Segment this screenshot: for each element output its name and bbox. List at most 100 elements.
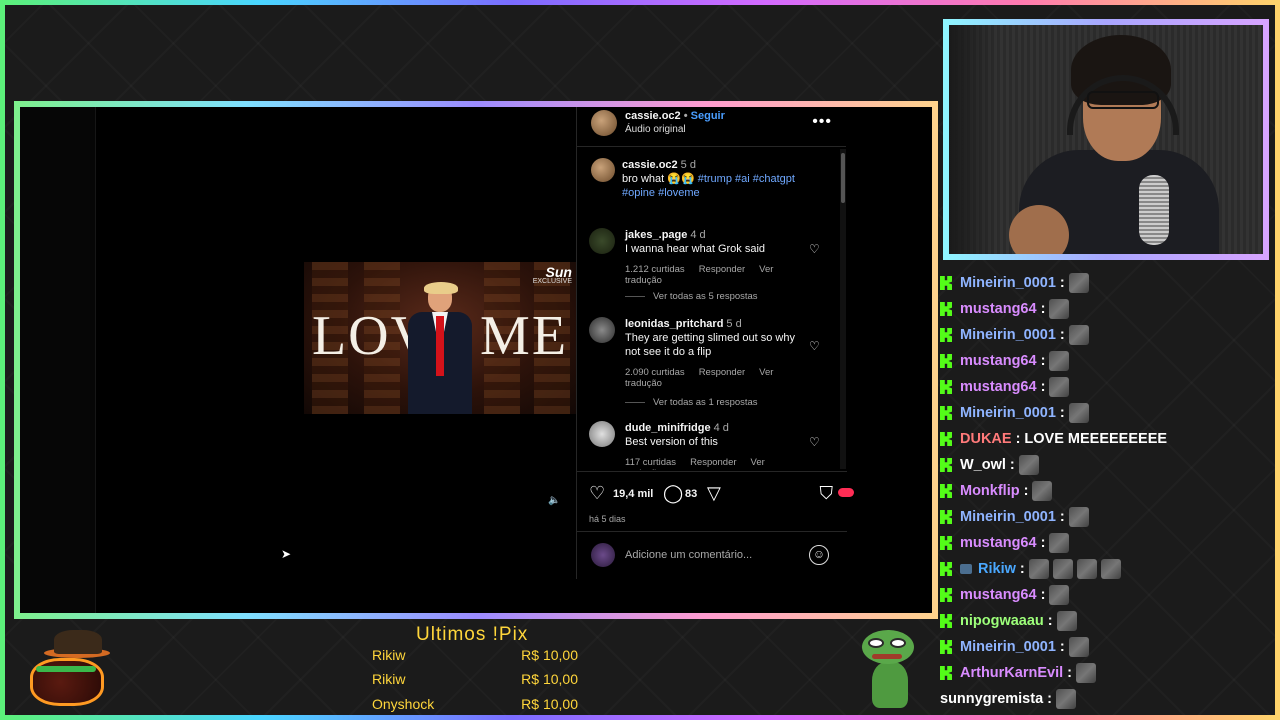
heart-icon[interactable]: ♡ bbox=[809, 340, 821, 352]
chat-username[interactable]: mustang64 bbox=[960, 353, 1037, 369]
kick-badge-icon bbox=[940, 276, 952, 290]
avatar[interactable] bbox=[589, 421, 615, 447]
chat-separator: : bbox=[1019, 561, 1025, 577]
kick-badge-icon bbox=[940, 588, 952, 602]
caption-username[interactable]: cassie.oc2 bbox=[622, 159, 678, 171]
chat-separator: : bbox=[1040, 353, 1046, 369]
chat-username[interactable]: ArthurKarnEvil bbox=[960, 665, 1063, 681]
view-replies-button[interactable]: Ver todas as 5 respostas bbox=[625, 291, 758, 302]
caption-time: 5 d bbox=[680, 159, 696, 171]
chat-username[interactable]: Mineirin_0001 bbox=[960, 509, 1056, 525]
comment-text: I wanna hear what Grok said bbox=[625, 243, 766, 255]
heart-icon[interactable]: ♡ bbox=[809, 436, 821, 448]
view-replies-button[interactable]: Ver todas as 1 respostas bbox=[625, 397, 758, 408]
kick-badge-icon bbox=[940, 484, 952, 498]
emote-icon bbox=[1056, 689, 1076, 709]
emote-icon bbox=[1049, 377, 1070, 397]
chat-username[interactable]: nipogwaaau bbox=[960, 613, 1044, 629]
pix-donor: Onyshock bbox=[372, 696, 435, 712]
like-count[interactable]: 19,4 mil bbox=[613, 488, 653, 500]
kick-badge-icon bbox=[940, 640, 952, 654]
chat-username[interactable]: Rikiw bbox=[978, 561, 1016, 577]
comment-likes[interactable]: 1.212 curtidas bbox=[625, 264, 685, 275]
avatar[interactable] bbox=[589, 317, 615, 343]
comments-scrollbar[interactable] bbox=[840, 149, 846, 469]
emote-icon bbox=[1049, 585, 1070, 605]
chat-username[interactable]: Monkflip bbox=[960, 483, 1020, 499]
video-person bbox=[400, 282, 480, 414]
caption-text: bro what 😭😭 bbox=[622, 173, 695, 185]
avatar[interactable] bbox=[589, 228, 615, 254]
heart-icon[interactable]: ♡ bbox=[809, 243, 821, 255]
avatar bbox=[591, 543, 615, 567]
comment-username[interactable]: jakes_.page bbox=[625, 229, 687, 241]
follow-button[interactable]: Seguir bbox=[691, 110, 725, 122]
chat-username[interactable]: DUKAE bbox=[960, 431, 1012, 447]
chat-separator: : bbox=[1059, 327, 1065, 343]
comment-text: Best version of this bbox=[625, 436, 718, 448]
reply-button[interactable]: Responder bbox=[699, 367, 745, 378]
comment-time: 4 d bbox=[713, 422, 729, 434]
comment-text-2: not see it do a flip bbox=[625, 346, 712, 358]
comment-username[interactable]: dude_minifridge bbox=[625, 422, 711, 434]
chat-username[interactable]: W_owl bbox=[960, 457, 1006, 473]
chat-username[interactable]: mustang64 bbox=[960, 379, 1037, 395]
reel-video-player[interactable]: LOV ME Sun EXCLUSIVE 🔈 bbox=[304, 107, 576, 579]
volume-icon[interactable]: 🔈 bbox=[548, 495, 560, 507]
comment-likes[interactable]: 117 curtidas bbox=[625, 457, 676, 468]
chat-username[interactable]: Mineirin_0001 bbox=[960, 405, 1056, 421]
chat-message: mustang64: bbox=[940, 298, 1070, 320]
chat-username[interactable]: Mineirin_0001 bbox=[960, 275, 1056, 291]
share-icon[interactable]: ▽ bbox=[707, 484, 721, 502]
kick-badge-icon bbox=[940, 328, 952, 342]
kick-badge-icon bbox=[940, 354, 952, 368]
chat-username[interactable]: mustang64 bbox=[960, 301, 1037, 317]
chat-separator: : bbox=[1059, 275, 1065, 291]
add-comment-input[interactable]: Adicione um comentário... bbox=[625, 549, 752, 561]
chat-message: nipogwaaau: bbox=[940, 610, 1077, 632]
kick-badge-icon bbox=[940, 614, 952, 628]
separator-dot: • bbox=[683, 110, 688, 122]
chat-message: Mineirin_0001: bbox=[940, 272, 1089, 294]
kick-badge-icon bbox=[940, 302, 952, 316]
avatar[interactable] bbox=[591, 110, 617, 136]
avatar[interactable] bbox=[591, 158, 615, 182]
comment-likes[interactable]: 2.090 curtidas bbox=[625, 367, 685, 378]
pix-donor: Rikiw bbox=[372, 671, 406, 687]
emoji-icon[interactable]: ☺ bbox=[809, 545, 829, 565]
chat-username[interactable]: Mineirin_0001 bbox=[960, 327, 1056, 343]
caption-hashtags-2[interactable]: #opine #loveme bbox=[622, 186, 822, 200]
chat-username[interactable]: mustang64 bbox=[960, 535, 1037, 551]
more-options-icon[interactable]: ••• bbox=[812, 113, 832, 131]
add-comment-bar: Adicione um comentário... ☺ bbox=[577, 531, 847, 579]
chat-separator: : bbox=[1009, 457, 1015, 473]
chat-separator: : bbox=[1040, 587, 1046, 603]
emote-icon bbox=[1028, 559, 1049, 579]
comment-text: They are getting slimed out so why bbox=[625, 332, 795, 344]
emote-icon bbox=[1056, 611, 1077, 631]
chat-separator: : bbox=[1040, 535, 1046, 551]
comment-username[interactable]: leonidas_pritchard bbox=[625, 318, 723, 330]
posted-ago: há 5 dias bbox=[589, 514, 626, 524]
bookmark-icon[interactable]: ⛉ bbox=[820, 484, 834, 502]
chat-message: sunnygremista: bbox=[940, 688, 1076, 710]
comment-icon[interactable]: ◯ bbox=[663, 484, 683, 502]
comment-time: 5 d bbox=[726, 318, 742, 330]
heart-icon[interactable]: ♡ bbox=[589, 484, 605, 502]
post-author-username[interactable]: cassie.oc2 bbox=[625, 110, 681, 122]
chat-username[interactable]: Mineirin_0001 bbox=[960, 639, 1056, 655]
emote-icon bbox=[1049, 299, 1070, 319]
kick-badge-icon bbox=[940, 562, 952, 576]
reply-button[interactable]: Responder bbox=[699, 264, 745, 275]
emote-icon bbox=[1049, 351, 1070, 371]
chat-username[interactable]: mustang64 bbox=[960, 587, 1037, 603]
chat-message: mustang64: bbox=[940, 532, 1070, 554]
caption-hashtags[interactable]: #trump #ai #chatgpt bbox=[698, 173, 795, 185]
chat-message: ArthurKarnEvil: bbox=[940, 662, 1096, 684]
chat-username[interactable]: sunnygremista bbox=[940, 691, 1043, 707]
audio-label[interactable]: Áudio original bbox=[625, 124, 686, 135]
chat-message: Mineirin_0001: bbox=[940, 324, 1089, 346]
chat-separator: : bbox=[1059, 405, 1065, 421]
reply-button[interactable]: Responder bbox=[690, 457, 736, 468]
pix-donor: Rikiw bbox=[372, 647, 406, 663]
